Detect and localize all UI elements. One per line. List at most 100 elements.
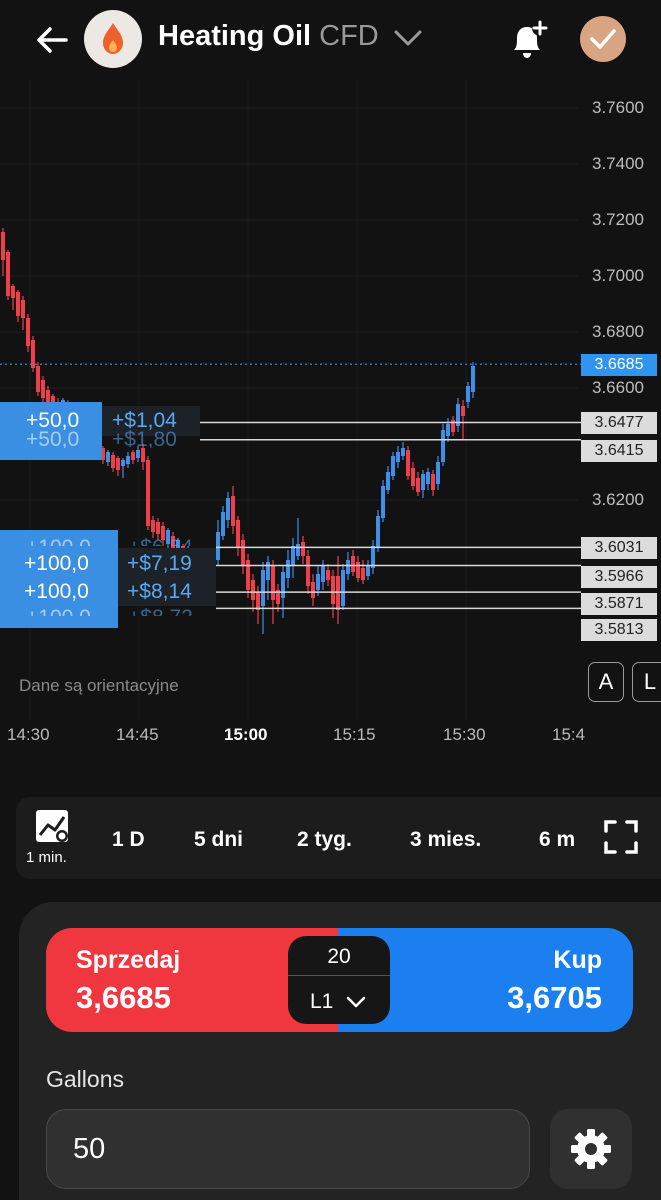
x-axis-tick: 15:00	[224, 725, 268, 744]
chart-line-icon	[36, 810, 68, 842]
candle-body	[41, 380, 45, 398]
candle-body	[316, 574, 320, 590]
candle-body	[121, 460, 125, 466]
candle-body	[1, 232, 5, 260]
position-price-label: 3.6477	[581, 412, 657, 434]
candle-body	[466, 386, 470, 402]
quantity-input[interactable]: 50	[46, 1109, 530, 1189]
interval-label[interactable]: 1 min.	[26, 849, 67, 866]
candle-body	[321, 566, 325, 582]
log-scale-button[interactable]: L	[632, 662, 661, 702]
current-price-label: 3.6685	[581, 354, 657, 376]
quantity-label: Gallons	[46, 1066, 124, 1092]
auto-scale-button[interactable]: A	[588, 662, 624, 702]
candle-body	[271, 566, 275, 600]
y-axis-tick: 3.7000	[592, 266, 644, 285]
candle-body	[301, 542, 305, 556]
candle-body	[11, 286, 15, 298]
position-price-label: 3.6031	[581, 537, 657, 559]
bell-plus-icon	[514, 20, 548, 58]
buy-price: 3,6705	[507, 980, 602, 1015]
position-price-label: 3.5966	[581, 566, 657, 588]
fullscreen-button[interactable]	[603, 819, 639, 855]
buy-label: Kup	[553, 946, 602, 974]
x-axis-tick: 15:4	[552, 725, 586, 744]
instrument-name: Heating Oil	[158, 20, 312, 52]
gear-icon	[571, 1129, 611, 1169]
instrument-title[interactable]: Heating Oil CFD	[158, 20, 379, 53]
candle-body	[361, 568, 365, 580]
data-disclaimer: Dane są orientacyjne	[19, 676, 179, 695]
candle-body	[21, 300, 25, 318]
timeframe-5d[interactable]: 5 dni	[194, 828, 243, 852]
asset-avatar	[84, 10, 142, 68]
candle-body	[221, 512, 225, 536]
arrow-left-icon	[37, 27, 68, 53]
sell-label: Sprzedaj	[76, 946, 181, 974]
candle-body	[336, 576, 340, 610]
candle-body	[446, 424, 450, 436]
spread-divider	[288, 975, 390, 976]
chevron-down-icon	[394, 30, 422, 46]
timeframe-6m[interactable]: 6 m	[539, 828, 575, 852]
spread-value: 20	[327, 945, 351, 968]
sell-price: 3,6685	[76, 980, 171, 1015]
candle-body	[146, 460, 150, 526]
candle-body	[241, 540, 245, 566]
x-axis-tick: 15:30	[443, 725, 486, 744]
timeframe-2w[interactable]: 2 tyg.	[297, 828, 352, 852]
candle-body	[236, 520, 240, 548]
candle-body	[471, 366, 475, 392]
candle-body	[416, 478, 420, 492]
candle-body	[296, 544, 300, 556]
candle-body	[266, 562, 270, 580]
depth-level-selector[interactable]: L1	[310, 990, 370, 1016]
candle-body	[36, 366, 40, 392]
candle-body	[16, 292, 20, 316]
x-axis-tick: 15:15	[333, 725, 376, 744]
candle-body	[396, 452, 400, 462]
flame-icon	[103, 23, 123, 54]
y-axis-tick: 3.6600	[592, 378, 644, 397]
candle-body	[351, 556, 355, 572]
candle-body	[426, 472, 430, 484]
confirm-button[interactable]	[580, 16, 626, 62]
candle-body	[6, 252, 10, 296]
candle-body	[111, 455, 115, 468]
position-qty: +100,0	[24, 552, 89, 575]
candle-body	[151, 520, 155, 532]
candle-body	[376, 516, 380, 548]
timeframe-1d[interactable]: 1 D	[112, 828, 145, 852]
candle-body	[411, 468, 415, 486]
position-qty: +100,0	[24, 580, 89, 603]
y-axis-tick: 3.7400	[592, 154, 644, 173]
candle-body	[26, 318, 30, 346]
position-qty-overlap: +100,0	[26, 606, 91, 616]
price-alert-button[interactable]	[504, 16, 552, 64]
candle-body	[256, 592, 260, 610]
timeframe-3m[interactable]: 3 mies.	[410, 828, 481, 852]
candle-body	[311, 582, 315, 598]
depth-level-value: L1	[310, 990, 334, 1013]
position-qty-overlap: +100,0	[26, 536, 91, 546]
candle-body	[291, 546, 295, 566]
candle-body	[356, 562, 360, 578]
position-pnl-overlap: +$6,54	[128, 536, 193, 546]
back-button[interactable]	[30, 18, 74, 62]
candle-body	[131, 452, 135, 460]
candle-body	[406, 450, 410, 476]
y-axis-tick: 3.6200	[592, 490, 644, 509]
settings-button[interactable]	[550, 1109, 632, 1189]
candle-body	[116, 458, 120, 470]
candle-body	[286, 560, 290, 578]
candle-body	[246, 560, 250, 590]
x-axis-tick: 14:45	[116, 725, 159, 744]
position-price-label: 3.6415	[581, 440, 657, 462]
chart-type-button[interactable]	[34, 808, 70, 844]
instrument-selector[interactable]	[392, 26, 424, 55]
chevron-down-icon	[346, 997, 366, 1008]
candle-body	[441, 430, 445, 462]
candle-body	[251, 580, 255, 600]
position-price-label: 3.5813	[581, 619, 657, 641]
candle-body	[156, 522, 160, 534]
